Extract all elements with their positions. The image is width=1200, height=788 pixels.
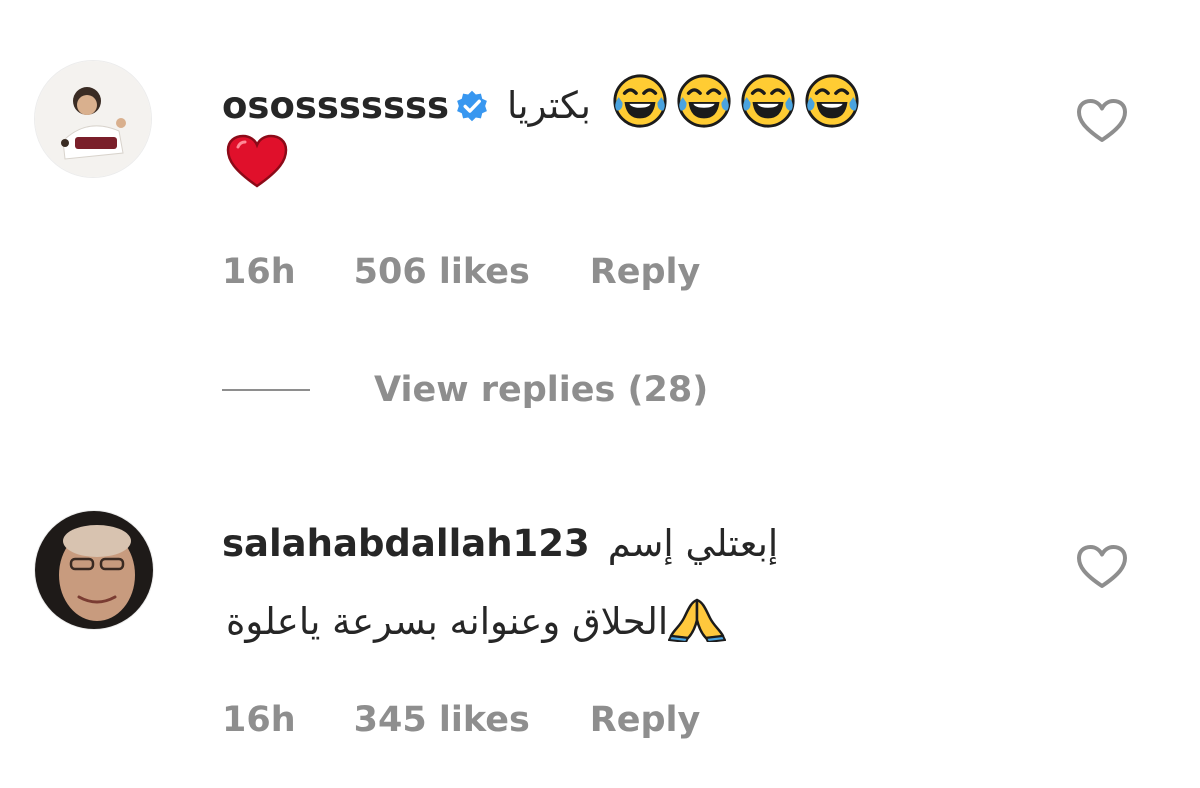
view-replies-button[interactable]: View replies (28)	[222, 370, 708, 410]
comment-time[interactable]: 16h	[222, 698, 296, 742]
comment-text-continued: الحلاق وعنوانه بسرعة ياعلوة	[226, 600, 669, 643]
comment-meta: 16h 506 likes Reply	[222, 250, 700, 294]
tears-of-joy-emoji-icon	[613, 74, 667, 128]
like-heart-button[interactable]	[1076, 98, 1128, 148]
red-heart-emoji-icon	[226, 134, 288, 188]
comment-likes[interactable]: 345 likes	[354, 698, 530, 742]
like-heart-button[interactable]	[1076, 544, 1128, 594]
comment-meta: 16h 345 likes Reply	[222, 698, 700, 742]
comment-line-1: salahabdallah123 إبعتلي إسم	[222, 520, 778, 568]
comment-username[interactable]: salahabdallah123	[222, 522, 590, 565]
emoji-group	[611, 72, 867, 142]
verified-badge-icon	[455, 87, 489, 135]
view-replies-divider	[222, 389, 310, 391]
comment-text: إبعتلي إسم	[607, 522, 779, 565]
heart-outline-icon	[1077, 545, 1127, 588]
reply-button[interactable]: Reply	[590, 698, 701, 742]
tears-of-joy-emoji-icon	[677, 74, 731, 128]
comment-line-2	[226, 134, 288, 202]
folded-hands-emoji-icon	[667, 596, 727, 654]
tears-of-joy-emoji-icon	[741, 74, 795, 128]
avatar[interactable]	[34, 510, 154, 630]
comment-time[interactable]: 16h	[222, 250, 296, 294]
avatar-image	[35, 511, 153, 629]
comment-line-2: الحلاق وعنوانه بسرعة ياعلوة	[226, 596, 727, 654]
comment-username[interactable]: ososssssss	[222, 84, 449, 127]
avatar[interactable]	[34, 60, 152, 178]
tears-of-joy-emoji-icon	[805, 74, 859, 128]
comment-line-1: ososssssss بكتريا	[222, 72, 867, 142]
reply-button[interactable]: Reply	[590, 250, 701, 294]
comment-likes[interactable]: 506 likes	[354, 250, 530, 294]
avatar-image	[35, 61, 151, 177]
view-replies-label: View replies (28)	[374, 370, 709, 410]
comment-text: بكتريا	[507, 84, 591, 127]
heart-outline-icon	[1077, 99, 1127, 142]
